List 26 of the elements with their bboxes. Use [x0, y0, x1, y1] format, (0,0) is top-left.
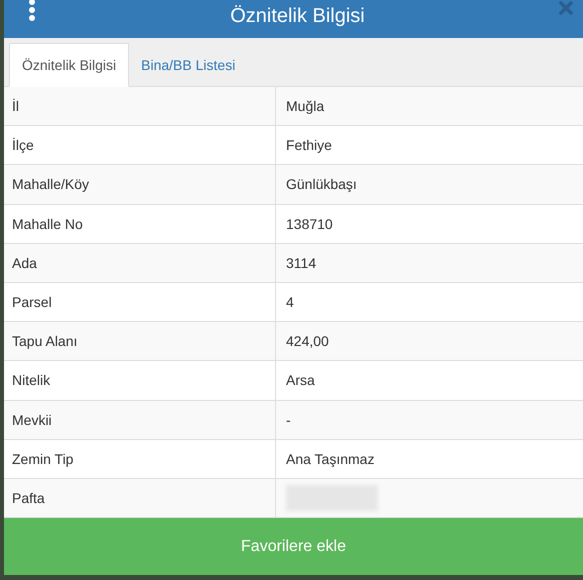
table-cell: Parsel: [12, 294, 52, 310]
table-cell: Mahalle No: [12, 216, 83, 232]
tab[interactable]: Bina/BB Listesi: [129, 43, 248, 87]
table-cell: Ana Taşınmaz: [286, 450, 374, 467]
table-cell: İl: [12, 98, 19, 114]
tab[interactable]: Öznitelik Bilgisi: [9, 43, 130, 87]
table-cell: 138710: [286, 216, 333, 232]
table-cell: Mevkii: [12, 412, 52, 428]
table-cell: Pafta: [12, 490, 45, 506]
table-cell: Fethiye: [286, 137, 332, 154]
table-cell: İlçe: [12, 137, 34, 154]
favorite-button[interactable]: Favorilere ekle: [4, 518, 583, 575]
table-cell: Zemin Tip: [12, 450, 74, 467]
table-cell: Mahalle/Köy: [12, 176, 90, 192]
menu-icon[interactable]: [28, 0, 36, 21]
table-cell: Ada: [12, 254, 37, 271]
table-cell: Arsa: [286, 372, 315, 388]
table-cell: 3114: [286, 254, 316, 271]
table-cell: Tapu Alanı: [12, 333, 78, 350]
table-cell: 4: [286, 294, 294, 310]
table-cell: Günlükbaşı: [286, 176, 357, 192]
window-title: Öznitelik Bilgisi: [230, 4, 365, 28]
table-cell: Nitelik: [12, 372, 50, 388]
table-cell: 424,00: [286, 333, 329, 350]
table-cell: Muğla: [286, 98, 324, 114]
table-cell: -: [286, 412, 291, 428]
